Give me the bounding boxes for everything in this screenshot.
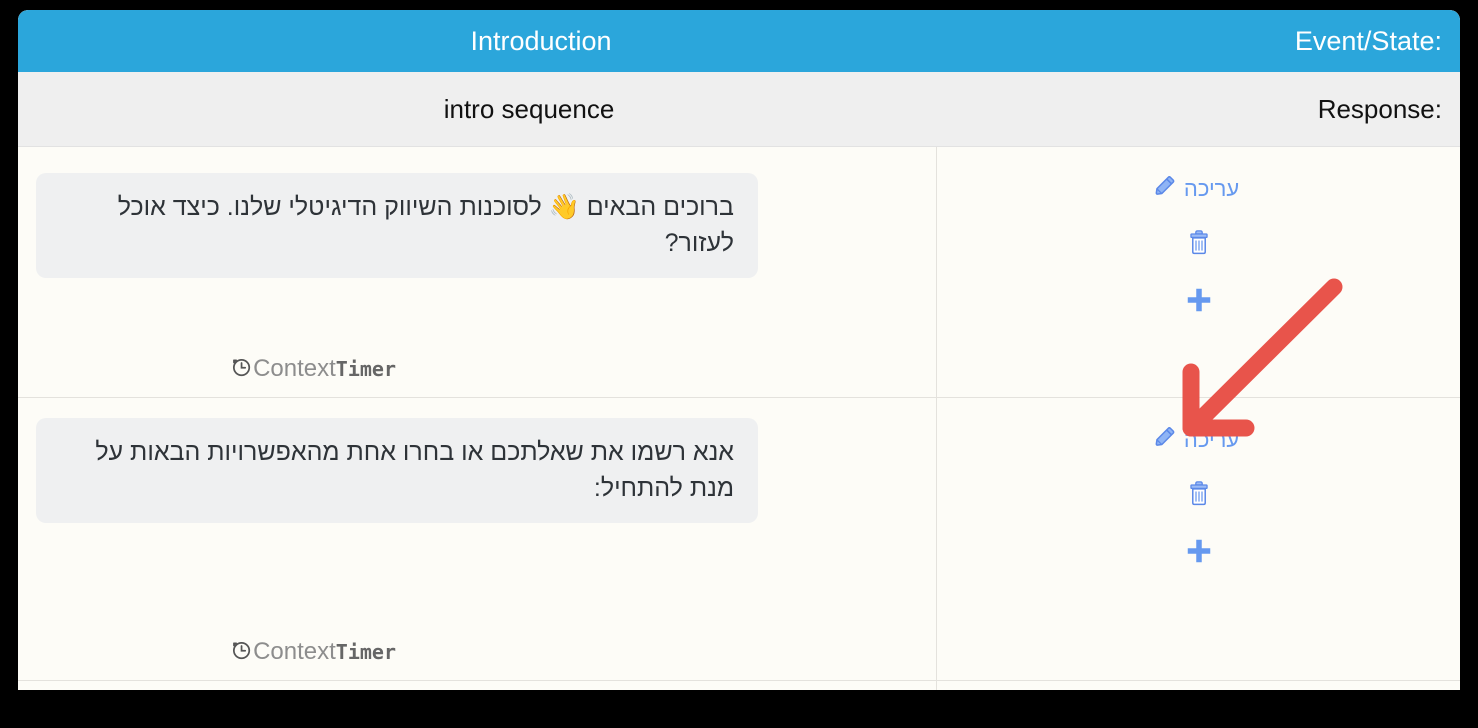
table-row: עריכה (18, 147, 1460, 398)
add-button[interactable] (937, 285, 1460, 321)
edit-button-label: עריכה (1183, 427, 1240, 452)
plus-icon (1184, 285, 1214, 321)
sequence-name: intro sequence (443, 94, 615, 124)
pencil-icon (1152, 424, 1178, 456)
delete-button[interactable] (937, 227, 1460, 263)
context-label: Context (253, 638, 336, 665)
trash-icon (1186, 478, 1212, 514)
message-bubble: אנא רשמו את שאלתכם או בחרו אחת מהאפשרויו… (36, 418, 758, 523)
clock-icon (230, 356, 252, 383)
window-frame: Introduction :Event/State intro sequence… (0, 0, 1478, 728)
clock-icon (230, 639, 252, 666)
timer-label: Timer (335, 357, 396, 381)
table-row (18, 681, 1460, 690)
plus-icon (1184, 536, 1214, 572)
row-message-cell: ברוכים הבאים 👋 לסוכנות השיווק הדיגיטלי ש… (18, 147, 936, 397)
timer-label: Timer (335, 640, 396, 664)
row-message-cell (18, 681, 936, 690)
panel-titlebar: Introduction :Event/State (18, 10, 1460, 72)
context-label: Context (253, 355, 336, 382)
row-actions-cell: עריכה (936, 147, 1460, 397)
edit-button-label: עריכה (1183, 176, 1240, 201)
sequence-table: עריכה ברוכים הבאים 👋 לסוכנות השיווק הדיג… (18, 147, 1460, 690)
edit-button[interactable]: עריכה (937, 173, 1460, 205)
message-bubble: ברוכים הבאים 👋 לסוכנות השיווק הדיגיטלי ש… (36, 173, 758, 278)
pencil-icon (1152, 173, 1178, 205)
page-title: Introduction (470, 26, 612, 56)
trash-icon (1186, 227, 1212, 263)
panel-subheader: intro sequence :Response (18, 72, 1460, 147)
add-button[interactable] (937, 536, 1460, 572)
event-state-column-header: :Event/State (1294, 26, 1442, 56)
row-actions-cell (936, 681, 1460, 690)
panel-card: Introduction :Event/State intro sequence… (18, 10, 1460, 690)
row-actions-cell: עריכה (936, 398, 1460, 680)
row-message-cell: אנא רשמו את שאלתכם או בחרו אחת מהאפשרויו… (18, 398, 936, 680)
delete-button[interactable] (937, 478, 1460, 514)
context-timer-row: ContextTimer (18, 355, 936, 383)
edit-button[interactable]: עריכה (937, 424, 1460, 456)
context-timer-row: ContextTimer (18, 638, 936, 666)
response-column-header: :Response (1317, 94, 1442, 124)
table-row: עריכה (18, 398, 1460, 681)
